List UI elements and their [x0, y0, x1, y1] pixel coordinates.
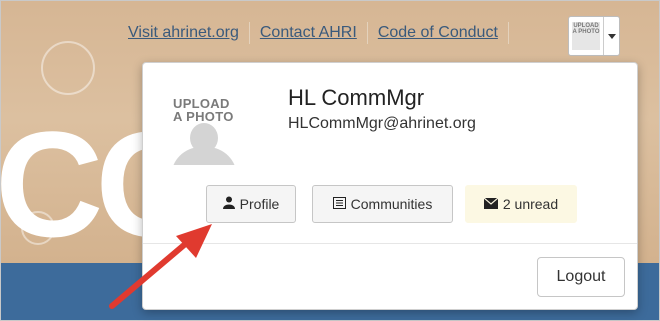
logout-button[interactable]: Logout [537, 257, 625, 297]
envelope-icon [483, 196, 499, 212]
user-menu-dropdown: UPLOAD A PHOTO HL CommMgr HLCommMgr@ahri… [142, 62, 638, 310]
divider [507, 22, 509, 44]
contact-ahri-link[interactable]: Contact AHRI [260, 24, 357, 42]
unread-label: 2 unread [502, 196, 559, 212]
upload-photo-line2: A PHOTO [173, 109, 234, 124]
communities-button[interactable]: Communities [312, 185, 453, 223]
caret-down-icon[interactable] [603, 17, 619, 55]
avatar-text: UPLOAD A PHOTO [572, 23, 600, 35]
avatar: UPLOAD A PHOTO [572, 22, 600, 50]
divider [248, 22, 250, 44]
user-menu-toggle[interactable]: UPLOAD A PHOTO [568, 16, 620, 56]
unread-messages-button[interactable]: 2 unread [465, 185, 577, 223]
user-name: HL CommMgr [288, 85, 425, 110]
visit-ahrinet-link[interactable]: Visit ahrinet.org [128, 24, 239, 42]
divider [366, 22, 368, 44]
list-icon [332, 196, 346, 212]
upload-photo-text: UPLOAD A PHOTO [173, 97, 234, 123]
profile-button[interactable]: Profile [206, 185, 296, 223]
user-icon [222, 196, 235, 212]
photo-body [171, 147, 237, 165]
top-links: Visit ahrinet.org Contact AHRI Code of C… [128, 22, 519, 44]
code-of-conduct-link[interactable]: Code of Conduct [378, 24, 498, 42]
profile-label: Profile [239, 196, 280, 212]
menu-divider [143, 243, 637, 244]
banner-decoration [41, 41, 95, 95]
profile-photo-placeholder: UPLOAD A PHOTO [163, 83, 245, 165]
communities-label: Communities [350, 196, 433, 212]
user-email: HLCommMgr@ahrinet.org [288, 115, 476, 132]
